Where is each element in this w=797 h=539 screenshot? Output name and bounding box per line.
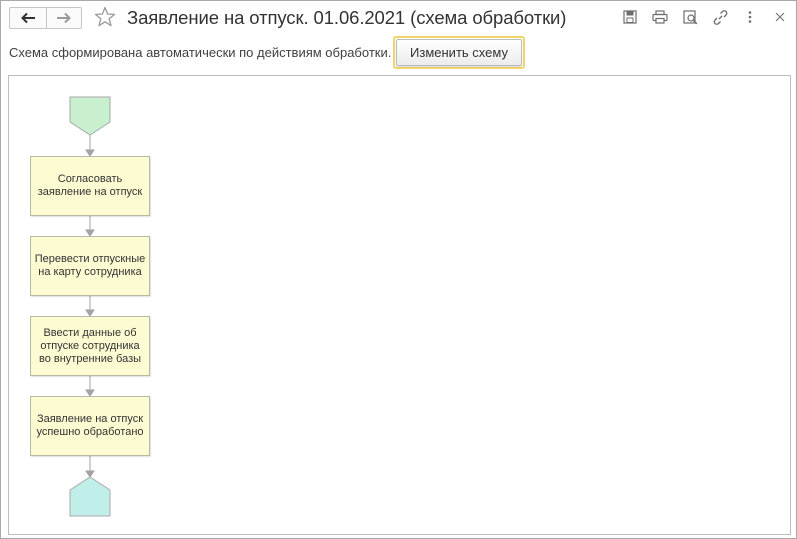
close-button[interactable] [770, 7, 790, 27]
arrow-right-icon [56, 12, 71, 24]
header-toolbar [610, 7, 790, 27]
save-icon [623, 10, 637, 24]
schema-info-text: Схема сформирована автоматически по дейс… [9, 45, 392, 60]
more-button[interactable] [740, 7, 760, 27]
page-title: Заявление на отпуск. 01.06.2021 (схема о… [127, 7, 567, 28]
navigation-group [9, 7, 82, 29]
close-icon [775, 12, 785, 22]
arrow-head [85, 470, 95, 478]
step-enter-vacation-data[interactable]: Ввести данные об отпуске сотрудника во в… [30, 316, 150, 376]
arrow-left-icon [20, 12, 35, 24]
favorite-button[interactable] [93, 5, 117, 29]
back-button[interactable] [10, 8, 46, 28]
print-button[interactable] [650, 7, 670, 27]
start-node [69, 96, 111, 136]
change-schema-button[interactable]: Изменить схему [396, 39, 522, 66]
step-approve-request[interactable]: Согласовать заявление на отпуск [30, 156, 150, 216]
change-schema-focus-frame: Изменить схему [393, 36, 525, 69]
forward-button[interactable] [45, 8, 82, 28]
more-vertical-icon [748, 11, 752, 23]
step-transfer-vacation-pay[interactable]: Перевести отпускные на карту сотрудника [30, 236, 150, 296]
link-icon [713, 9, 727, 25]
save-button[interactable] [620, 7, 640, 27]
diagram-connectors [69, 96, 111, 517]
step-request-processed[interactable]: Заявление на отпуск успешно обработано [30, 396, 150, 456]
preview-icon [682, 9, 697, 24]
print-icon [652, 10, 668, 24]
star-icon [94, 6, 116, 27]
link-button[interactable] [710, 7, 730, 27]
process-diagram: Согласовать заявление на отпуск Перевест… [8, 75, 791, 535]
form-window: Заявление на отпуск. 01.06.2021 (схема о… [0, 0, 797, 539]
form-header: Заявление на отпуск. 01.06.2021 (схема о… [1, 1, 796, 35]
end-node [69, 476, 111, 517]
preview-button[interactable] [680, 7, 700, 27]
